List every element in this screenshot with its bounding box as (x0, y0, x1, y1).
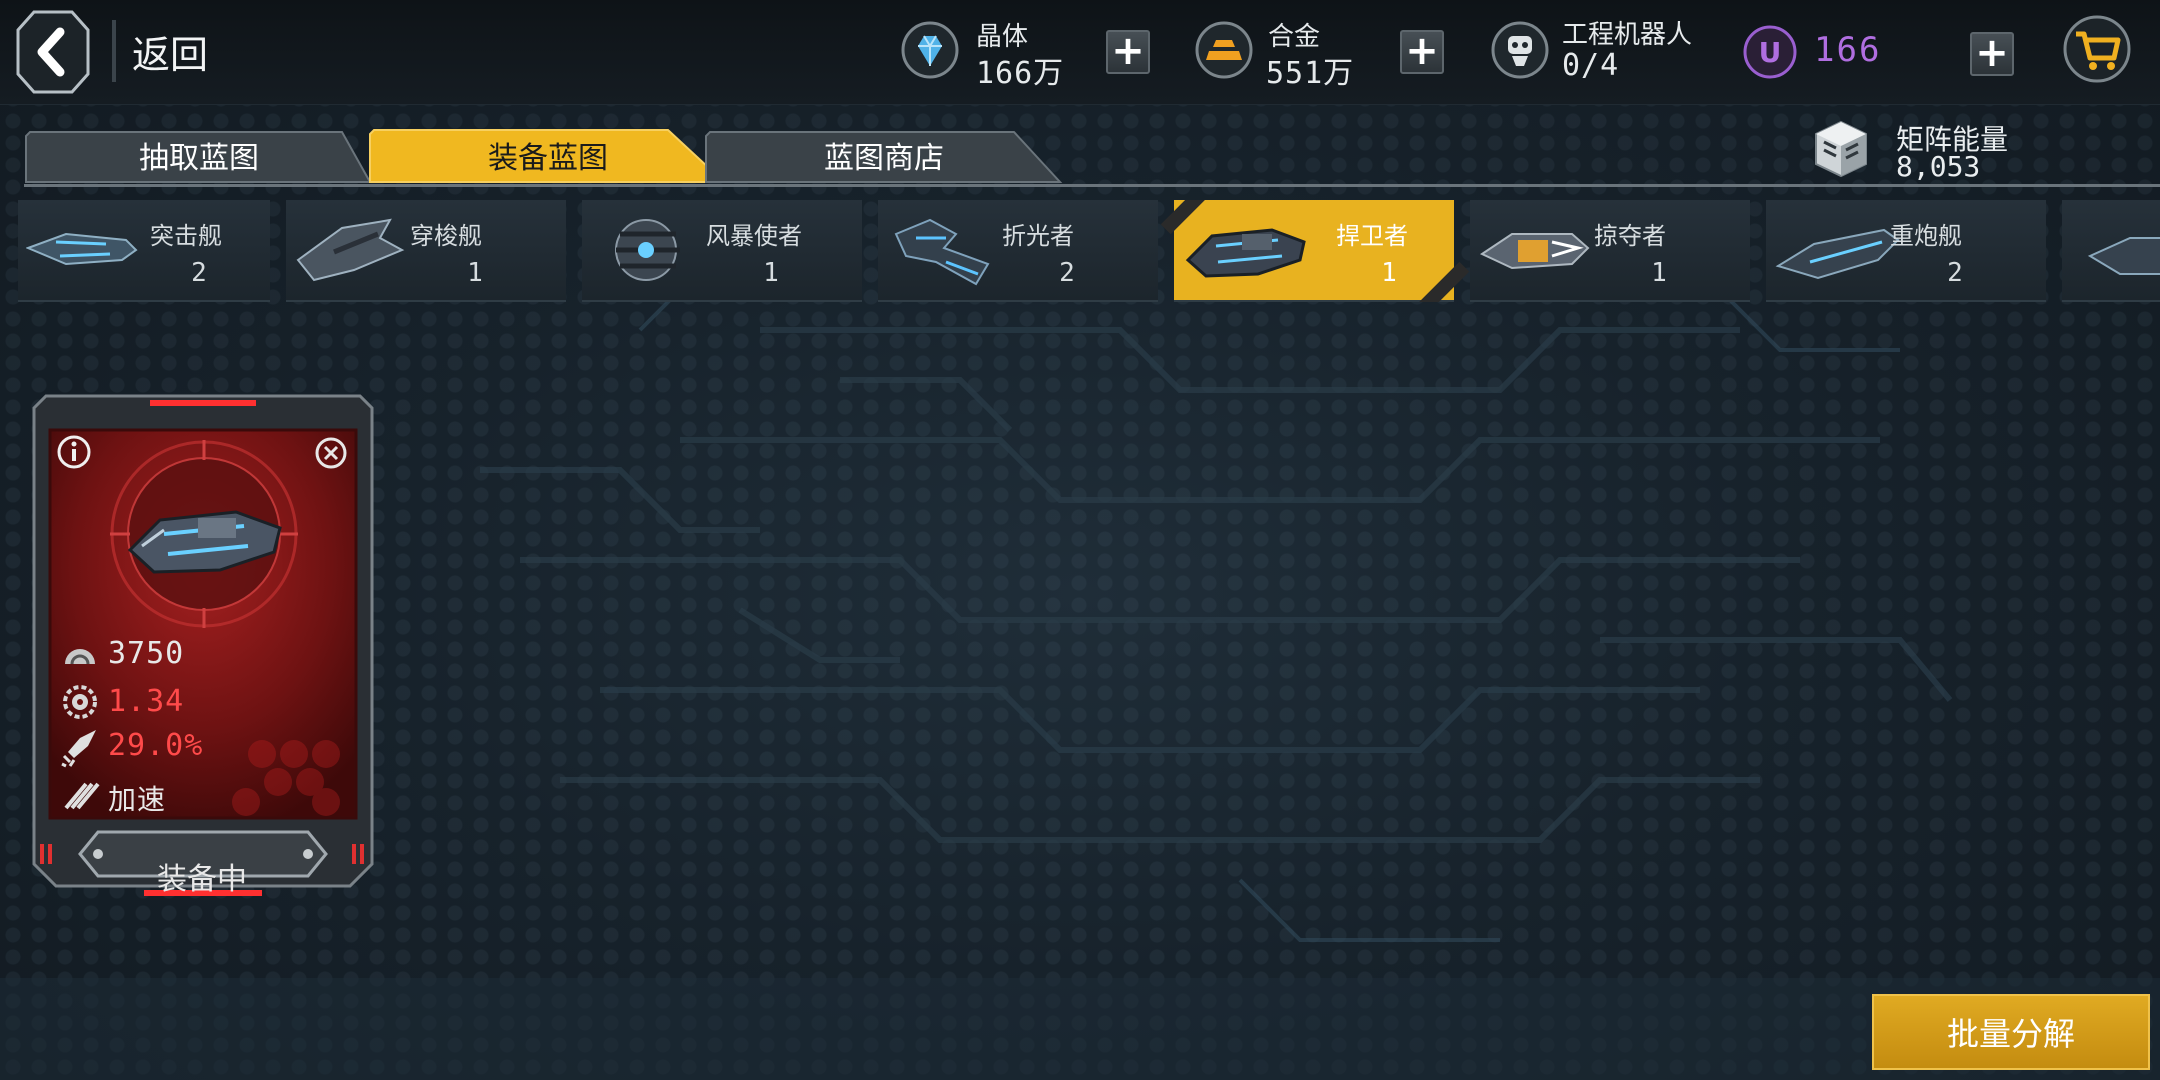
tab-draw-blueprint-label: 抽取蓝图 (139, 141, 259, 176)
ship-icon (894, 218, 990, 286)
ship-class-count: 1 (763, 258, 779, 288)
ship-class-name: 掠夺者 (1594, 222, 1666, 250)
matrix-cube-icon (1815, 120, 1867, 178)
u-coin-icon: U (1743, 25, 1797, 79)
ship-icon (1775, 228, 1900, 280)
u-value: 166 (1814, 30, 1882, 70)
ship-class-row: 突击舰 2 穿梭舰 1 风暴使者 1 折光者 2 捍卫者 1 掠夺者 1 重炮舰… (0, 200, 2160, 302)
blueprint-card[interactable]: 3750 1.34 29.0% 加速 装备中 (32, 394, 374, 904)
bottom-strip (0, 978, 2160, 1080)
stat-armor-value: 3750 (108, 636, 185, 671)
add-u-button[interactable]: + (1970, 32, 2014, 76)
crystal-icon (901, 21, 959, 79)
ship-icon (615, 219, 680, 281)
crystal-value: 166万 (976, 56, 1065, 91)
ship-class-count: 2 (1059, 258, 1075, 288)
ship-icon (26, 232, 138, 266)
tab-equip-blueprint-label: 装备蓝图 (488, 141, 608, 176)
armor-icon (65, 649, 95, 665)
back-label[interactable]: 返回 (132, 24, 208, 79)
robot-name: 工程机器人 (1562, 20, 1693, 50)
tab-equip-blueprint[interactable]: 装备蓝图 (368, 126, 728, 184)
robot-value: 0/4 (1562, 48, 1620, 83)
ship-class-name: 突击舰 (150, 222, 222, 250)
equipped-status: 装备中 (157, 862, 247, 897)
ship-icon (296, 218, 405, 282)
alloy-icon (1195, 21, 1253, 79)
ship-class-defender[interactable]: 捍卫者 1 (1160, 200, 1470, 302)
back-divider (112, 20, 116, 82)
ship-icon (1479, 233, 1590, 270)
ship-class-count: 2 (191, 258, 207, 288)
ship-class-name: 风暴使者 (706, 222, 802, 250)
ship-class-marauder[interactable]: 掠夺者 1 (1470, 200, 1750, 302)
ship-class-heavy-gunship[interactable]: 重炮舰 2 (1766, 200, 2046, 302)
ship-icon (127, 510, 282, 574)
ship-icon (1185, 228, 1306, 278)
info-icon[interactable] (56, 434, 92, 470)
stat-skill-value: 加速 (108, 783, 167, 816)
batch-decompose-button[interactable]: 批量分解 (1872, 994, 2150, 1070)
tab-underline (24, 184, 2160, 187)
alloy-value: 551万 (1266, 56, 1355, 91)
u-symbol: U (1759, 36, 1782, 69)
stat-power-value: 1.34 (108, 684, 185, 719)
ship-class-partial[interactable] (2062, 200, 2160, 302)
ship-icon (2087, 237, 2160, 275)
gear-icon (63, 685, 97, 719)
stat-crit-value: 29.0% (108, 728, 204, 763)
add-alloy-button[interactable]: + (1400, 30, 1444, 74)
ship-class-shuttle[interactable]: 穿梭舰 1 (286, 200, 566, 302)
ship-class-count: 1 (1651, 258, 1667, 288)
ship-class-stormbringer[interactable]: 风暴使者 1 (582, 200, 862, 302)
ship-class-count: 1 (1381, 258, 1397, 288)
game-screen: 返回 晶体 166万 + 合金 551万 + 工程机器人 0/4 U 166 +… (0, 0, 2160, 1080)
tab-blueprint-shop[interactable]: 蓝图商店 (704, 126, 1064, 184)
ship-class-assault[interactable]: 突击舰 2 (18, 200, 270, 302)
robot-icon (1491, 21, 1549, 79)
rocket-icon (61, 730, 96, 768)
back-button[interactable] (16, 10, 90, 94)
cart-icon[interactable] (2062, 14, 2132, 84)
close-icon[interactable] (314, 436, 348, 470)
ship-class-refractor[interactable]: 折光者 2 (878, 200, 1158, 302)
ship-class-count: 1 (467, 258, 483, 288)
ship-class-count: 2 (1947, 258, 1963, 288)
tab-draw-blueprint[interactable]: 抽取蓝图 (24, 126, 374, 184)
speed-icon (64, 782, 100, 810)
ship-class-name: 折光者 (1002, 222, 1074, 250)
ship-class-name: 重炮舰 (1890, 222, 1962, 250)
add-crystal-button[interactable]: + (1106, 30, 1150, 74)
ship-class-name: 穿梭舰 (410, 222, 482, 250)
top-bar: 返回 晶体 166万 + 合金 551万 + 工程机器人 0/4 U 166 + (0, 0, 2160, 105)
tab-blueprint-shop-label: 蓝图商店 (824, 141, 944, 176)
ship-class-name: 捍卫者 (1336, 222, 1408, 250)
matrix-energy-value: 8,053 (1896, 150, 1981, 183)
